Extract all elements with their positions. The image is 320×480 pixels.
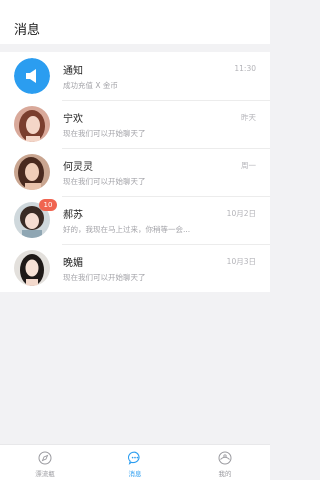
tab-profile[interactable]: 我的: [180, 445, 270, 480]
conversation-time: 昨天: [241, 113, 256, 122]
conversation-time: 周一: [241, 161, 256, 170]
header: 消息: [0, 0, 270, 44]
chat-bubble-icon: [128, 451, 142, 465]
tab-drift-bottle[interactable]: 漂流瓶: [0, 445, 90, 480]
page-title: 消息: [14, 23, 41, 38]
conversation-preview: 现在我们可以开始聊天了: [63, 129, 146, 138]
conversation-name: 通知: [63, 66, 83, 77]
bottom-tab-bar: 漂流瓶 消息 我的: [0, 444, 270, 480]
conversation-row-notification[interactable]: 通知 成功充值 X 金币 11:30: [0, 52, 270, 100]
conversation-preview: 成功充值 X 金币: [63, 81, 118, 90]
conversation-row[interactable]: 晚媚 现在我们可以开始聊天了 10月3日: [0, 244, 270, 292]
tab-messages[interactable]: 消息: [90, 445, 180, 480]
unread-badge: 10: [39, 199, 57, 211]
tab-label: 漂流瓶: [35, 470, 55, 478]
avatar: [14, 250, 50, 286]
conversation-preview: 现在我们可以开始聊天了: [63, 177, 146, 186]
avatar: [14, 106, 50, 142]
conversation-list: 通知 成功充值 X 金币 11:30 宁欢 现在我们可以开始聊天了 昨天 何灵灵: [0, 52, 270, 292]
portrait-photo: [14, 106, 50, 142]
conversation-preview: 现在我们可以开始聊天了: [63, 273, 146, 282]
avatar: [14, 154, 50, 190]
conversation-name: 晚媚: [63, 258, 83, 269]
conversation-time: 10月3日: [226, 257, 256, 266]
tab-label: 我的: [218, 470, 232, 478]
conversation-preview: 好的，我现在马上过来，你稍等一会...: [63, 225, 191, 234]
compass-icon: [38, 451, 52, 465]
conversation-name: 何灵灵: [63, 162, 93, 173]
conversation-row[interactable]: 宁欢 现在我们可以开始聊天了 昨天: [0, 100, 270, 148]
conversation-row[interactable]: 10 郝苏 好的，我现在马上过来，你稍等一会... 10月2日: [0, 196, 270, 244]
conversation-time: 10月2日: [226, 209, 256, 218]
conversation-row[interactable]: 何灵灵 现在我们可以开始聊天了 周一: [0, 148, 270, 196]
conversation-time: 11:30: [234, 64, 256, 73]
portrait-photo: [14, 250, 50, 286]
notification-avatar: [14, 58, 50, 94]
speaker-icon: [14, 58, 50, 94]
tab-label: 消息: [128, 470, 142, 478]
profile-icon: [218, 451, 232, 465]
conversation-name: 郝苏: [63, 210, 83, 221]
conversation-name: 宁欢: [63, 114, 83, 125]
portrait-photo: [14, 154, 50, 190]
